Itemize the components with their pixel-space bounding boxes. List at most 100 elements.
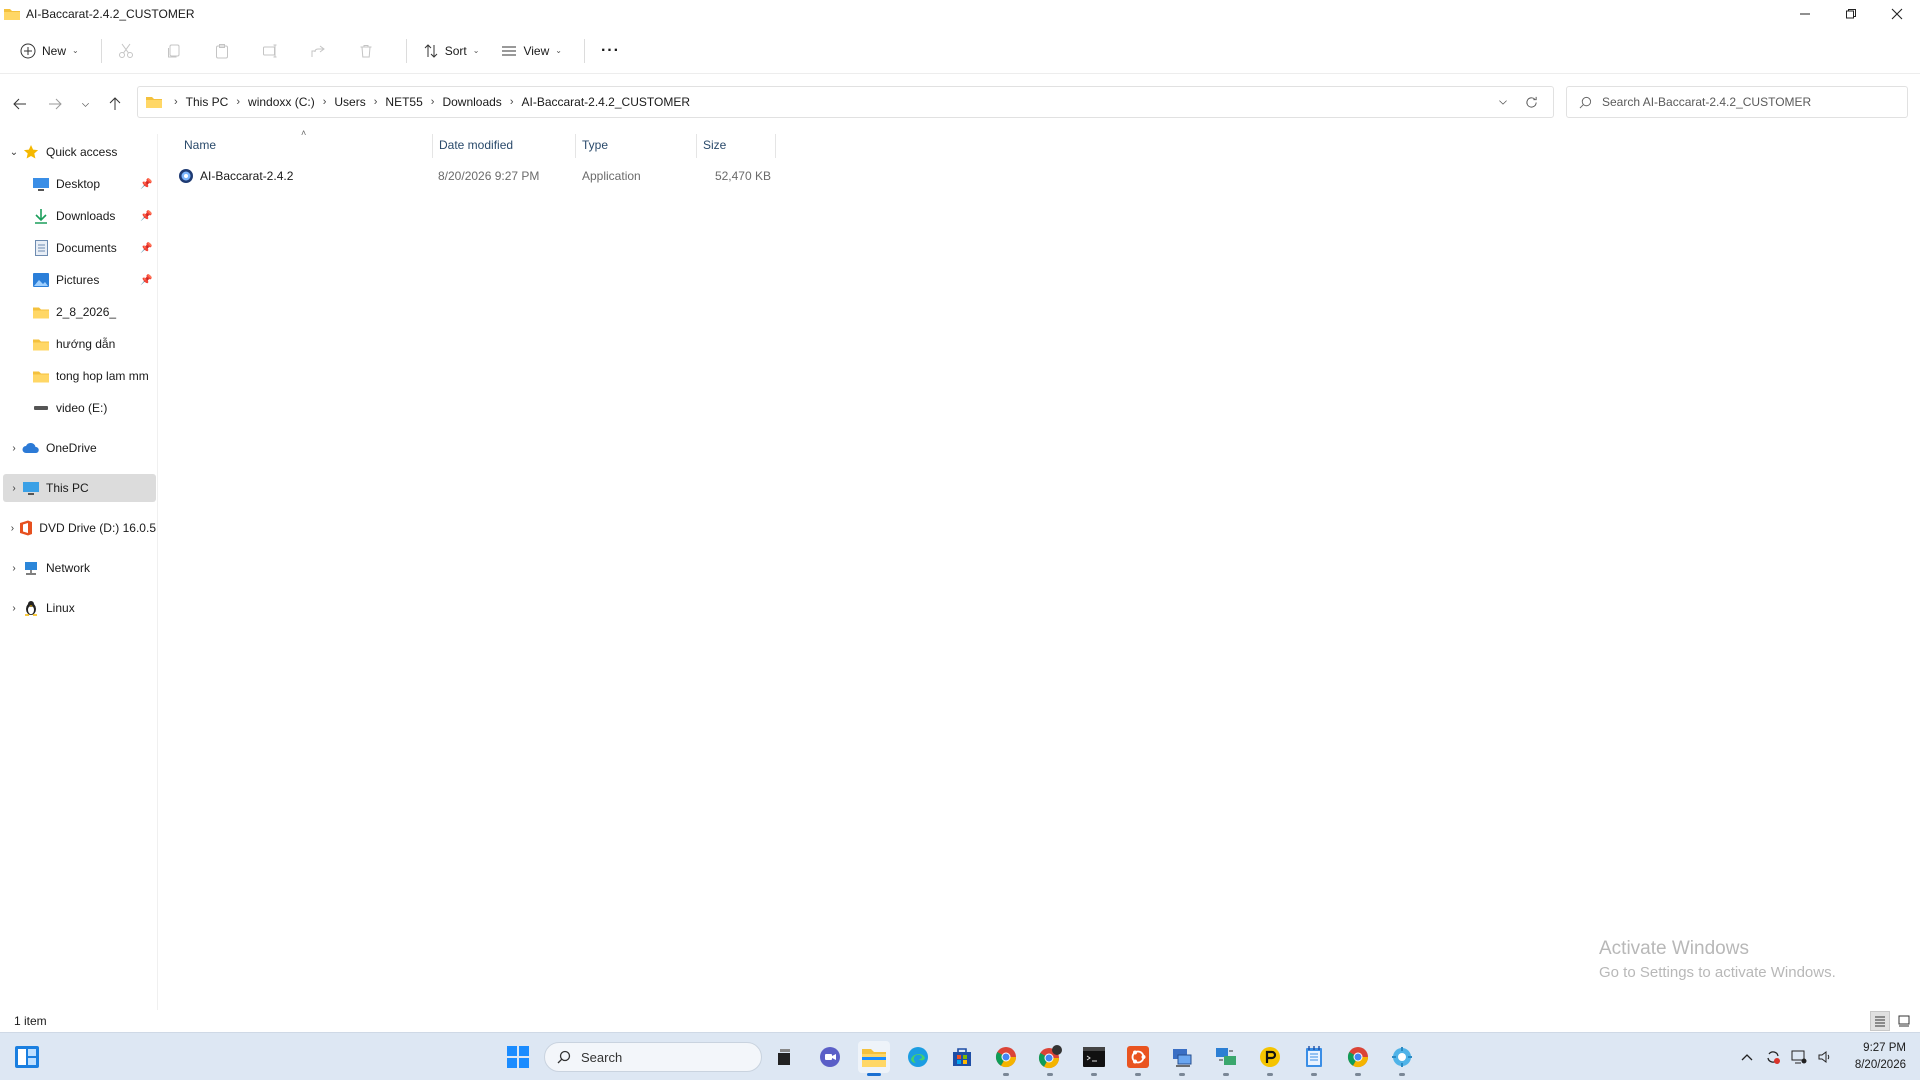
sort-button[interactable]: Sort ⌄ [415, 35, 488, 67]
details-view-icon [1875, 1016, 1885, 1027]
copy-button[interactable] [158, 35, 190, 67]
search-box[interactable] [1566, 86, 1908, 118]
pin-icon[interactable]: 📌 [140, 275, 152, 286]
view-button[interactable]: View ⌄ [493, 35, 570, 67]
volume-button[interactable] [1812, 1044, 1838, 1070]
taskbar-remote-desktop[interactable] [1166, 1041, 1198, 1076]
recent-locations-button[interactable] [72, 92, 98, 116]
sidebar-item-folder-2-8-2026[interactable]: 2_8_2026_ [0, 298, 156, 326]
widgets-button[interactable] [14, 1045, 40, 1069]
taskbar-app-baccarat[interactable] [1386, 1041, 1418, 1076]
sidebar-item-downloads[interactable]: Downloads 📌 [0, 202, 156, 230]
column-header-date-modified[interactable]: Date modified [433, 134, 575, 156]
address-history-button[interactable] [1489, 88, 1517, 116]
running-indicator [1355, 1073, 1361, 1076]
forward-button[interactable] [41, 92, 69, 116]
taskbar-ubuntu[interactable] [1122, 1041, 1154, 1076]
file-row[interactable]: AI-Baccarat-2.4.2 8/20/2026 9:27 PM Appl… [174, 164, 1914, 188]
more-options-button[interactable]: ··· [593, 35, 628, 67]
pin-icon[interactable]: 📌 [140, 179, 152, 190]
pin-icon[interactable]: 📌 [140, 243, 152, 254]
taskbar-chrome-2[interactable] [1342, 1041, 1374, 1076]
sidebar-item-documents[interactable]: Documents 📌 [0, 234, 156, 262]
breadcrumb-drive[interactable]: windoxx (C:) › [248, 95, 334, 109]
show-hidden-icons-button[interactable] [1734, 1044, 1760, 1070]
window-title: AI-Baccarat-2.4.2_CUSTOMER [26, 7, 195, 21]
taskbar-file-explorer[interactable] [858, 1041, 890, 1076]
chevron-right-icon[interactable]: › [6, 563, 22, 574]
pin-icon[interactable]: 📌 [140, 211, 152, 222]
taskbar-app-p[interactable] [1254, 1041, 1286, 1076]
network-status-button[interactable] [1786, 1044, 1812, 1070]
paste-button[interactable] [206, 35, 238, 67]
sidebar-item-dvd-drive[interactable]: › DVD Drive (D:) 16.0.5 [0, 514, 156, 542]
sidebar-item-label: video (E:) [56, 401, 108, 415]
cut-button[interactable] [110, 35, 142, 67]
folder-icon [32, 368, 50, 384]
task-view-button[interactable] [768, 1041, 800, 1073]
search-input[interactable] [1602, 95, 1902, 109]
computer-icon [22, 480, 40, 496]
pictures-icon [32, 272, 50, 288]
taskbar-chrome-profile[interactable] [1034, 1041, 1066, 1076]
sync-status-button[interactable] [1760, 1044, 1786, 1070]
close-button[interactable] [1874, 0, 1920, 28]
chevron-down-icon[interactable]: ⌄ [6, 147, 22, 158]
back-button[interactable] [6, 92, 34, 116]
large-icons-view-button[interactable] [1894, 1011, 1914, 1031]
sidebar-item-pictures[interactable]: Pictures 📌 [0, 266, 156, 294]
address-bar[interactable]: › This PC › windoxx (C:) › Users › NET55 › D… [137, 86, 1554, 118]
sidebar-item-video-drive[interactable]: video (E:) [0, 394, 156, 422]
delete-button[interactable] [350, 35, 382, 67]
sidebar-item-folder-tong-hop[interactable]: tong hop lam mm [0, 362, 156, 390]
taskbar-store[interactable] [946, 1041, 978, 1073]
breadcrumb-user[interactable]: NET55 › [385, 95, 442, 109]
chevron-right-icon[interactable]: › [6, 443, 22, 454]
breadcrumb-this-pc[interactable]: This PC › [186, 95, 248, 109]
taskbar-edge[interactable] [902, 1041, 934, 1073]
sidebar-item-linux[interactable]: › Linux [0, 594, 156, 622]
column-divider[interactable] [775, 134, 776, 158]
chevron-right-icon: › [430, 96, 435, 108]
taskbar-search[interactable]: Search [544, 1042, 762, 1072]
share-button[interactable] [302, 35, 334, 67]
start-button[interactable] [502, 1041, 534, 1073]
chevron-right-icon[interactable]: › [6, 603, 22, 614]
rename-button[interactable] [254, 35, 286, 67]
breadcrumb-users[interactable]: Users › [334, 95, 385, 109]
clock[interactable]: 9:27 PM 8/20/2026 [1838, 1040, 1920, 1074]
column-header-name[interactable]: Name [178, 134, 430, 156]
column-header-size[interactable]: Size [697, 134, 775, 156]
refresh-icon [1525, 96, 1537, 108]
chevron-right-icon[interactable]: › [6, 483, 22, 494]
breadcrumb-downloads[interactable]: Downloads › [442, 95, 521, 109]
chevron-right-icon[interactable]: › [6, 523, 19, 534]
taskbar-notepad[interactable] [1298, 1041, 1330, 1076]
new-button[interactable]: New ⌄ [12, 35, 87, 67]
network-tool-icon [1216, 1048, 1236, 1065]
sidebar-item-onedrive[interactable]: › OneDrive [0, 434, 156, 462]
taskbar-network-tool[interactable] [1210, 1041, 1242, 1076]
minimize-button[interactable] [1782, 0, 1828, 28]
taskbar-terminal[interactable] [1078, 1041, 1110, 1076]
sidebar-item-desktop[interactable]: Desktop 📌 [0, 170, 156, 198]
sidebar-item-quick-access[interactable]: ⌄ Quick access [0, 138, 156, 166]
details-view-button[interactable] [1870, 1011, 1890, 1031]
column-header-type[interactable]: Type [576, 134, 694, 156]
refresh-button[interactable] [1517, 88, 1545, 116]
arrow-up-icon [109, 97, 121, 110]
breadcrumb-separator[interactable]: › [166, 96, 186, 108]
status-bar: 1 item [0, 1010, 1920, 1032]
network-status-icon [1791, 1050, 1807, 1064]
up-button[interactable] [101, 92, 129, 116]
taskbar-chrome[interactable] [990, 1041, 1022, 1076]
widgets-icon [15, 1046, 39, 1068]
more-icon: ··· [600, 41, 620, 59]
sidebar-item-this-pc[interactable]: › This PC [3, 474, 156, 502]
restore-button[interactable] [1828, 0, 1874, 28]
sidebar-item-network[interactable]: › Network [0, 554, 156, 582]
sidebar-item-folder-huong-dan[interactable]: hướng dẫn [0, 330, 156, 358]
breadcrumb-current-folder[interactable]: AI-Baccarat-2.4.2_CUSTOMER [521, 95, 690, 109]
chat-icon [820, 1047, 840, 1067]
chat-button[interactable] [814, 1041, 846, 1073]
